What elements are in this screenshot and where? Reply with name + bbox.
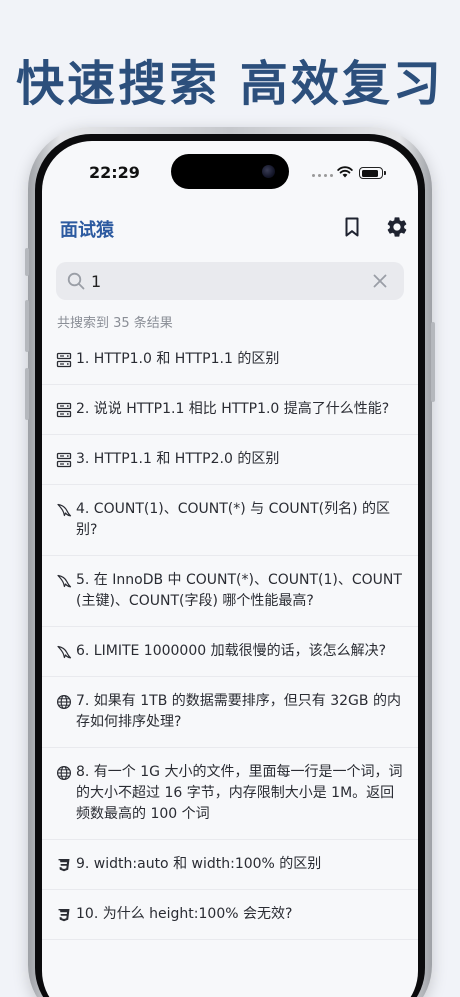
result-count: 共搜索到 35 条结果	[57, 316, 173, 331]
result-item[interactable]: 8. 有一个 1G 大小的文件，里面每一行是一个词，词的大小不超过 16 字节，…	[42, 748, 418, 840]
dolphin-icon	[57, 645, 72, 659]
dolphin-icon	[57, 503, 72, 517]
gear-icon[interactable]	[385, 215, 409, 239]
result-item-text: 9. width:auto 和 width:100% 的区别	[76, 856, 322, 872]
app-bar: 面试猿	[42, 207, 418, 247]
result-item[interactable]: 10. 为什么 height:100% 会无效?	[42, 890, 418, 940]
power-button	[431, 322, 435, 402]
server-icon	[56, 352, 72, 368]
search-bar[interactable]	[56, 262, 404, 300]
search-input[interactable]	[91, 267, 361, 295]
dynamic-island	[171, 154, 289, 189]
result-item[interactable]: 3. HTTP1.1 和 HTTP2.0 的区别	[42, 435, 418, 485]
result-item-text: 1. HTTP1.0 和 HTTP1.1 的区别	[76, 351, 280, 367]
result-item[interactable]: 7. 如果有 1TB 的数据需要排序，但只有 32GB 的内存如何排序处理?	[42, 677, 418, 748]
result-item-text: 2. 说说 HTTP1.1 相比 HTTP1.0 提高了什么性能?	[76, 401, 390, 417]
result-item-text: 7. 如果有 1TB 的数据需要排序，但只有 32GB 的内存如何排序处理?	[76, 693, 401, 730]
result-item[interactable]: 5. 在 InnoDB 中 COUNT(*)、COUNT(1)、COUNT(主键…	[42, 556, 418, 627]
camera-icon	[262, 165, 275, 178]
bookmark-icon[interactable]	[342, 216, 362, 238]
css3-icon	[58, 909, 70, 922]
result-item-text: 5. 在 InnoDB 中 COUNT(*)、COUNT(1)、COUNT(主键…	[76, 572, 402, 609]
promo-headline: 快速搜索 高效复习	[16, 56, 444, 112]
globe-icon	[56, 694, 72, 710]
server-icon	[56, 452, 72, 468]
status-time: 22:29	[89, 163, 140, 182]
dolphin-icon	[57, 574, 72, 588]
result-item[interactable]: 2. 说说 HTTP1.1 相比 HTTP1.0 提高了什么性能?	[42, 385, 418, 435]
battery-tip	[384, 171, 386, 175]
volume-up-button	[25, 300, 29, 352]
search-icon	[67, 272, 85, 290]
wifi-icon	[337, 166, 353, 178]
result-item[interactable]: 9. width:auto 和 width:100% 的区别	[42, 840, 418, 890]
result-item-text: 3. HTTP1.1 和 HTTP2.0 的区别	[76, 451, 280, 467]
result-item[interactable]: 1. HTTP1.0 和 HTTP1.1 的区别	[42, 335, 418, 385]
action-button	[25, 248, 29, 276]
result-list: 1. HTTP1.0 和 HTTP1.1 的区别 2. 说说 HTTP1.1 相…	[42, 335, 418, 940]
result-item-text: 4. COUNT(1)、COUNT(*) 与 COUNT(列名) 的区别?	[76, 501, 391, 538]
battery-icon	[359, 167, 383, 179]
result-item-text: 6. LIMITE 1000000 加载很慢的话，该怎么解决?	[76, 643, 387, 659]
result-item[interactable]: 6. LIMITE 1000000 加载很慢的话，该怎么解决?	[42, 627, 418, 677]
server-icon	[56, 402, 72, 418]
globe-icon	[56, 765, 72, 781]
app-screen: 22:29 面试猿 1 共搜索到 35 条结果 1. HTTP1.0 和 HTT…	[42, 141, 418, 997]
volume-down-button	[25, 368, 29, 420]
app-title: 面试猿	[60, 220, 114, 241]
result-item-text: 8. 有一个 1G 大小的文件，里面每一行是一个词，词的大小不超过 16 字节，…	[76, 764, 403, 822]
result-item-text: 10. 为什么 height:100% 会无效?	[76, 906, 293, 922]
result-item[interactable]: 4. COUNT(1)、COUNT(*) 与 COUNT(列名) 的区别?	[42, 485, 418, 556]
css3-icon	[58, 859, 70, 872]
clear-icon[interactable]	[372, 273, 388, 289]
signal-icon	[312, 174, 333, 177]
status-bar: 22:29	[42, 141, 418, 197]
